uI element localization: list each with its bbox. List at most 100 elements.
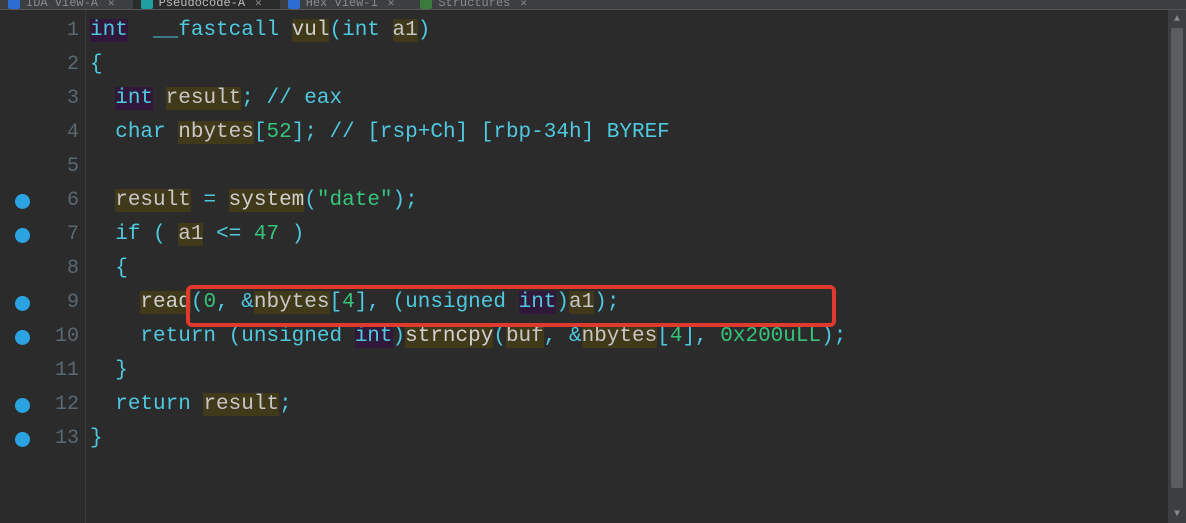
token-lparen: ( xyxy=(229,325,242,348)
token-number: 47 xyxy=(254,223,279,246)
token-space xyxy=(380,19,393,42)
token-number: 4 xyxy=(670,325,683,348)
bp-row[interactable] xyxy=(0,82,44,116)
token-lbracket: [ xyxy=(330,291,343,314)
token-lparen: ( xyxy=(329,19,342,42)
tab-icon xyxy=(288,0,300,9)
bp-row[interactable] xyxy=(0,252,44,286)
bp-row[interactable] xyxy=(0,354,44,388)
line-number: 3 xyxy=(44,82,79,116)
token-function-call[interactable]: strncpy xyxy=(405,325,493,348)
scrollbar-track[interactable] xyxy=(1168,28,1186,505)
token-indent xyxy=(90,325,140,348)
breakpoint-dot-icon[interactable] xyxy=(15,432,30,447)
token-function-call[interactable]: read xyxy=(140,291,190,314)
tab-label: Hex View-1 xyxy=(306,0,378,10)
token-comma: , xyxy=(695,325,720,348)
token-equals: = xyxy=(203,189,216,212)
token-semi: ; xyxy=(405,189,418,212)
token-indent xyxy=(90,359,115,382)
token-keyword-int: int xyxy=(519,291,557,314)
code-line[interactable]: char nbytes[52]; // [rsp+Ch] [rbp-34h] B… xyxy=(90,116,1168,150)
token-indent xyxy=(90,223,115,246)
token-rparen: ) xyxy=(594,291,607,314)
token-function-call[interactable]: system xyxy=(229,189,305,212)
code-area[interactable]: int __fastcall vul(int a1) { int result;… xyxy=(86,10,1168,523)
tab-structures[interactable]: Structures ✕ xyxy=(412,0,545,9)
token-comma: , xyxy=(216,291,241,314)
bp-row[interactable] xyxy=(0,184,44,218)
token-indent xyxy=(90,257,115,280)
token-semi: ; xyxy=(834,325,847,348)
breakpoint-dot-icon[interactable] xyxy=(15,398,30,413)
line-number: 1 xyxy=(44,14,79,48)
token-identifier[interactable]: result xyxy=(203,393,279,416)
token-lparen: ( xyxy=(304,189,317,212)
breakpoint-dot-icon[interactable] xyxy=(15,296,30,311)
tab-icon xyxy=(141,0,153,9)
code-line[interactable]: { xyxy=(90,252,1168,286)
scroll-down-icon[interactable]: ▼ xyxy=(1168,505,1186,523)
line-number: 12 xyxy=(44,388,79,422)
token-identifier[interactable]: result xyxy=(115,189,191,212)
breakpoint-gutter[interactable] xyxy=(0,10,44,523)
vertical-scrollbar[interactable]: ▲ ▼ xyxy=(1168,10,1186,523)
token-identifier[interactable]: nbytes xyxy=(582,325,658,348)
bp-row[interactable] xyxy=(0,150,44,184)
tab-hex-view[interactable]: Hex View-1 ✕ xyxy=(280,0,413,9)
token-identifier[interactable]: a1 xyxy=(178,223,203,246)
bp-row[interactable] xyxy=(0,320,44,354)
token-identifier[interactable]: nbytes xyxy=(254,291,330,314)
code-line[interactable]: } xyxy=(90,422,1168,456)
token-space xyxy=(279,19,292,42)
close-icon[interactable]: ✕ xyxy=(388,0,395,10)
code-line[interactable]: int __fastcall vul(int a1) xyxy=(90,14,1168,48)
breakpoint-dot-icon[interactable] xyxy=(15,194,30,209)
bp-row[interactable] xyxy=(0,286,44,320)
bp-row[interactable] xyxy=(0,422,44,456)
token-keyword-unsigned: unsigned xyxy=(241,325,342,348)
token-function-name[interactable]: vul xyxy=(292,19,330,42)
close-icon[interactable]: ✕ xyxy=(520,0,527,10)
token-identifier[interactable]: result xyxy=(166,87,242,110)
token-identifier[interactable]: buf xyxy=(506,325,544,348)
line-number: 4 xyxy=(44,116,79,150)
code-line[interactable]: if ( a1 <= 47 ) xyxy=(90,218,1168,252)
scroll-up-icon[interactable]: ▲ xyxy=(1168,10,1186,28)
bp-row[interactable] xyxy=(0,14,44,48)
code-line[interactable]: return result; xyxy=(90,388,1168,422)
bp-row[interactable] xyxy=(0,48,44,82)
token-indent xyxy=(90,291,140,314)
tab-pseudocode[interactable]: Pseudocode-A ✕ xyxy=(133,0,280,9)
token-indent xyxy=(90,87,115,110)
tab-ida-view[interactable]: IDA View-A ✕ xyxy=(0,0,133,9)
scrollbar-thumb[interactable] xyxy=(1171,28,1183,488)
token-comma: , xyxy=(544,325,569,348)
close-icon[interactable]: ✕ xyxy=(255,0,262,10)
breakpoint-dot-icon[interactable] xyxy=(15,228,30,243)
bp-row[interactable] xyxy=(0,218,44,252)
bp-row[interactable] xyxy=(0,116,44,150)
bp-row[interactable] xyxy=(0,388,44,422)
code-line[interactable] xyxy=(90,150,1168,184)
token-identifier[interactable]: a1 xyxy=(569,291,594,314)
close-icon[interactable]: ✕ xyxy=(108,0,115,10)
tab-label: IDA View-A xyxy=(26,0,98,10)
token-number: 0 xyxy=(203,291,216,314)
tab-icon xyxy=(8,0,20,9)
line-number: 5 xyxy=(44,150,79,184)
token-rparen: ) xyxy=(556,291,569,314)
token-identifier[interactable]: nbytes xyxy=(178,121,254,144)
token-cast-open: , ( xyxy=(367,291,405,314)
breakpoint-dot-icon[interactable] xyxy=(15,330,30,345)
code-line[interactable]: return (unsigned int)strncpy(buf, &nbyte… xyxy=(90,320,1168,354)
code-line[interactable]: } xyxy=(90,354,1168,388)
token-keyword-if: if xyxy=(115,223,140,246)
code-line[interactable]: { xyxy=(90,48,1168,82)
token-param[interactable]: a1 xyxy=(393,19,418,42)
code-line[interactable]: read(0, &nbytes[4], (unsigned int)a1); xyxy=(90,286,1168,320)
token-space xyxy=(216,189,229,212)
line-number: 6 xyxy=(44,184,79,218)
code-line[interactable]: int result; // eax xyxy=(90,82,1168,116)
code-line[interactable]: result = system("date"); xyxy=(90,184,1168,218)
